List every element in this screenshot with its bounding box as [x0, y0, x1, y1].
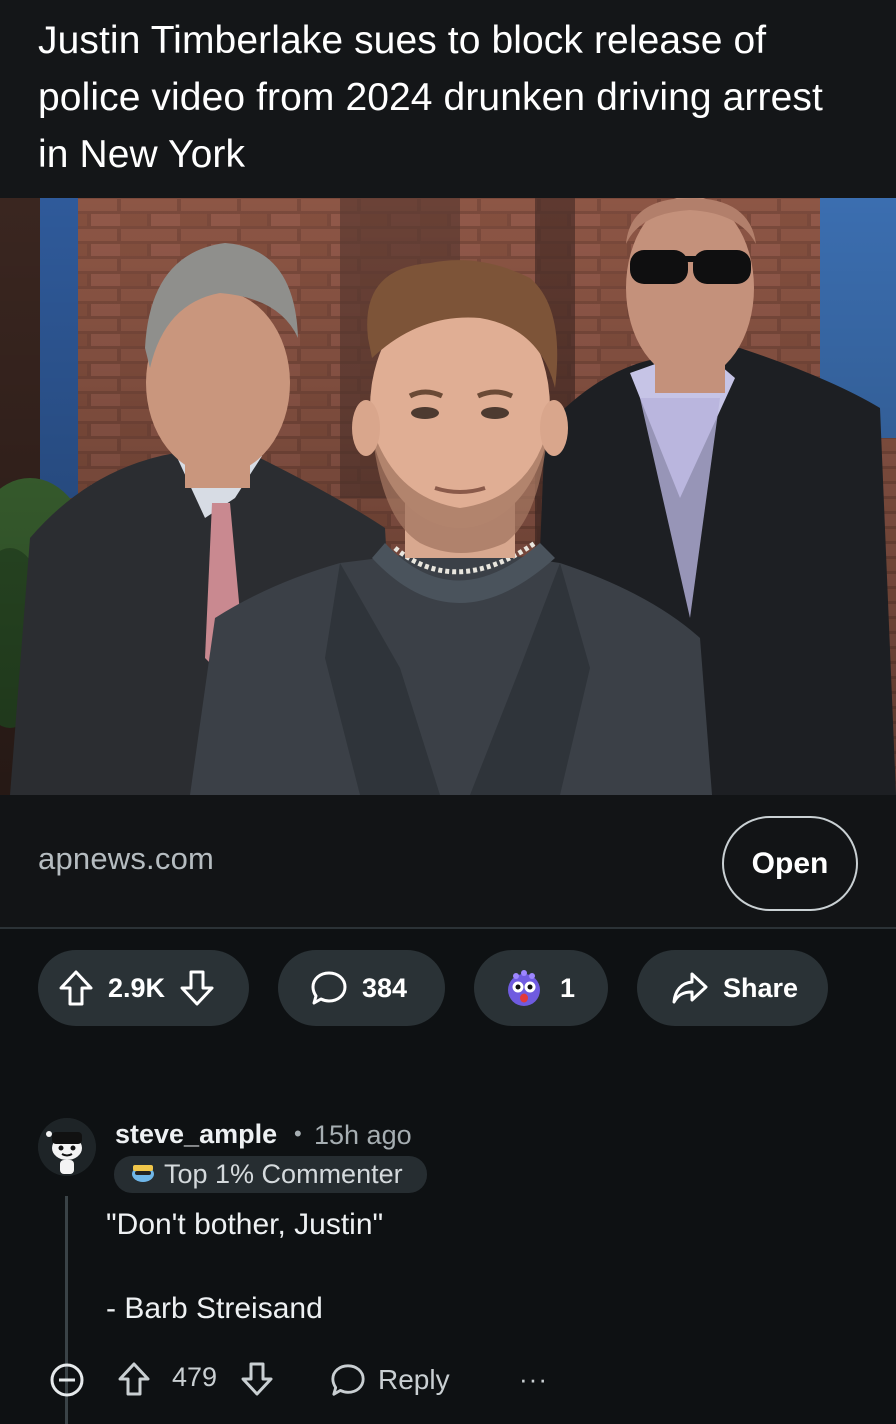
- upvote-icon[interactable]: [58, 969, 94, 1007]
- comment-downvote-icon[interactable]: [240, 1361, 274, 1402]
- reply-label: Reply: [378, 1364, 450, 1395]
- post-title-block: Justin Timberlake sues to block release …: [0, 0, 896, 198]
- downvote-icon[interactable]: [179, 969, 215, 1007]
- comment-line-2: - Barb Streisand: [106, 1292, 323, 1325]
- reply-bubble-icon: [331, 1364, 365, 1396]
- link-bar: apnews.com Open: [0, 795, 896, 929]
- post-image[interactable]: [0, 198, 896, 795]
- post-title: Justin Timberlake sues to block release …: [38, 19, 823, 176]
- reply-button[interactable]: Reply: [330, 1360, 450, 1400]
- commenter-badge[interactable]: Top 1% Commenter: [114, 1156, 427, 1193]
- commenter-avatar[interactable]: [38, 1118, 96, 1176]
- badge-label: Top 1% Commenter: [164, 1159, 403, 1189]
- comment-line-gap: [106, 1246, 383, 1288]
- share-label: Share: [723, 972, 799, 1003]
- comment-vote-count: 479: [172, 1362, 218, 1392]
- open-link-button[interactable]: Open: [722, 816, 858, 911]
- more-options-button[interactable]: ···: [519, 1364, 548, 1395]
- shocked-face-award-icon: [504, 968, 544, 1008]
- news-photo-icon: [0, 198, 896, 795]
- share-button[interactable]: Share: [637, 950, 828, 1026]
- comments-button[interactable]: 384: [278, 950, 445, 1026]
- comment-body: "Don't bother, Justin" - Barb Streisand: [106, 1204, 383, 1330]
- award-button[interactable]: 1: [474, 950, 608, 1026]
- comment-line-1: "Don't bother, Justin": [106, 1208, 384, 1241]
- comment-username[interactable]: steve_ample: [115, 1119, 277, 1150]
- vote-control: 2.9K: [38, 950, 249, 1026]
- top-commenter-icon: [130, 1159, 156, 1190]
- comment-count: 384: [362, 972, 408, 1003]
- collapse-minus-icon: [50, 1363, 84, 1397]
- share-arrow-icon: [671, 970, 709, 1006]
- comment-upvote-icon[interactable]: [117, 1361, 151, 1402]
- award-count: 1: [560, 972, 576, 1003]
- collapse-comment-button[interactable]: [49, 1362, 85, 1403]
- link-domain[interactable]: apnews.com: [38, 841, 214, 877]
- comment-bubble-icon: [310, 969, 348, 1007]
- comment-timestamp: 15h ago: [314, 1120, 412, 1150]
- vote-count: 2.9K: [108, 972, 166, 1003]
- snoo-avatar-icon: [38, 1118, 96, 1176]
- post-detail-screen: Justin Timberlake sues to block release …: [0, 0, 896, 1424]
- meta-separator: •: [294, 1121, 302, 1146]
